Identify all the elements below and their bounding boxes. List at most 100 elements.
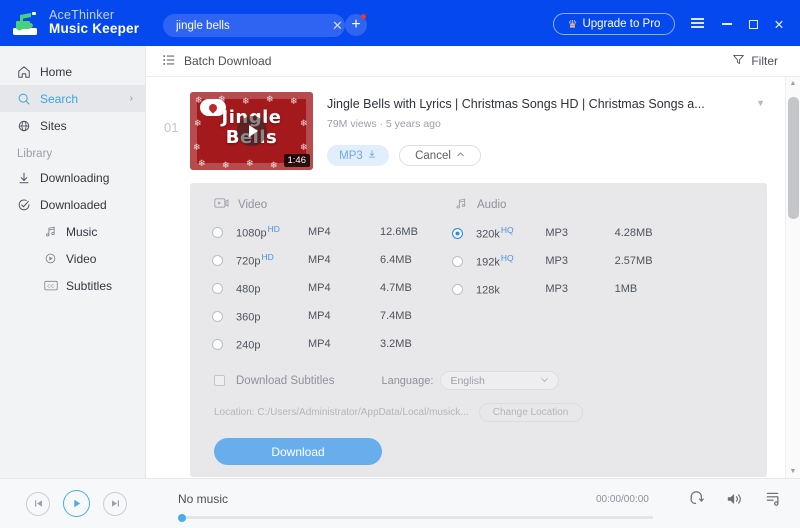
- content-toolbar: Batch Download Filter: [146, 46, 800, 77]
- filter-icon: [732, 53, 745, 69]
- video-ext: MP4: [308, 226, 331, 238]
- snowflake-icon: ❄: [246, 158, 254, 168]
- play-circle-icon: [44, 252, 63, 265]
- video-quality: 1080pHD: [236, 224, 280, 240]
- video-format-column: Video 1080pHD MP4 12.6MB 720pHD MP4 6.4M…: [212, 197, 452, 358]
- format-row[interactable]: 128k MP3 1MB: [452, 275, 682, 303]
- download-button[interactable]: Download: [214, 438, 382, 465]
- filter-label: Filter: [751, 54, 778, 68]
- audio-column-header: Audio: [452, 197, 682, 219]
- snowflake-icon: ❄: [266, 94, 274, 104]
- upgrade-to-pro-button[interactable]: ♛ Upgrade to Pro: [553, 13, 675, 35]
- playlist-icon[interactable]: [765, 490, 782, 507]
- batch-download-button[interactable]: Batch Download: [162, 53, 271, 70]
- audio-radio-320k[interactable]: [452, 227, 463, 239]
- video-radio-480p[interactable]: [212, 282, 223, 294]
- player-right-controls: [688, 490, 782, 507]
- audio-size: 1MB: [614, 283, 638, 295]
- volume-icon[interactable]: [726, 491, 744, 507]
- cc-icon: CC: [44, 279, 63, 292]
- audio-quality: 192kHQ: [476, 253, 514, 269]
- search-box[interactable]: ✕: [163, 14, 345, 37]
- video-quality: 360p: [236, 311, 261, 324]
- hamburger-menu-icon[interactable]: [688, 14, 706, 32]
- scroll-up-arrow-icon[interactable]: ▲: [786, 77, 800, 90]
- format-row[interactable]: 480p MP4 4.7MB: [212, 274, 452, 302]
- mp3-button-label: MP3: [339, 149, 363, 162]
- player-time: 00:00/00:00: [596, 494, 649, 505]
- video-radio-360p[interactable]: [212, 310, 223, 322]
- player-seek-bar[interactable]: [178, 513, 653, 522]
- format-row[interactable]: 360p MP4 7.4MB: [212, 302, 452, 330]
- sidebar-item-video[interactable]: Video: [0, 245, 145, 272]
- scrollbar-thumb[interactable]: [788, 97, 799, 219]
- skip-next-icon[interactable]: [103, 491, 127, 516]
- location-row: Location: C:/Users/Administrator/AppData…: [190, 390, 767, 422]
- sidebar-item-downloading[interactable]: Downloading: [0, 164, 145, 191]
- video-radio-720p[interactable]: [212, 254, 223, 266]
- chevron-down-icon[interactable]: ▼: [756, 98, 765, 108]
- clear-search-icon[interactable]: ✕: [330, 14, 345, 37]
- sidebar-item-video-label: Video: [66, 251, 97, 266]
- skip-previous-icon[interactable]: [26, 491, 50, 516]
- snowflake-icon: ❄: [222, 160, 230, 170]
- format-row[interactable]: 192kHQ MP3 2.57MB: [452, 247, 682, 275]
- sidebar-item-subtitles-label: Subtitles: [66, 278, 113, 293]
- video-thumbnail[interactable]: ❄ ❄ ❄ ❄ ❄ ❄ ❄ ❄ ❄ ❄ ❄ ❄ ❄ 1:46: [190, 92, 313, 170]
- results-list: 01 ❄ ❄ ❄ ❄ ❄ ❄ ❄ ❄ ❄ ❄ ❄ ❄ ❄ 1:46 Jingle…: [146, 77, 785, 478]
- sidebar-item-sites[interactable]: Sites: [0, 112, 145, 139]
- audio-size: 4.28MB: [614, 227, 653, 239]
- video-icon: [214, 197, 229, 212]
- sidebar-item-music-label: Music: [66, 224, 98, 239]
- format-row[interactable]: 720pHD MP4 6.4MB: [212, 246, 452, 274]
- cancel-button[interactable]: Cancel: [399, 145, 481, 166]
- video-radio-1080p[interactable]: [212, 226, 223, 238]
- search-input[interactable]: [163, 19, 330, 32]
- audio-quality: 320kHQ: [476, 225, 514, 241]
- snowflake-icon: ❄: [290, 96, 298, 106]
- mp3-download-button[interactable]: MP3: [327, 145, 389, 166]
- change-location-button[interactable]: Change Location: [478, 403, 583, 422]
- chevron-right-icon: ›: [129, 93, 133, 104]
- audio-ext: MP3: [545, 255, 568, 267]
- scroll-down-arrow-icon[interactable]: ▼: [786, 465, 800, 478]
- format-row[interactable]: 320kHQ MP3 4.28MB: [452, 219, 682, 247]
- video-radio-240p[interactable]: [212, 338, 223, 350]
- minimize-icon[interactable]: [714, 13, 740, 35]
- player-seek-knob[interactable]: [178, 513, 186, 522]
- sidebar-item-downloading-label: Downloading: [40, 170, 110, 185]
- sidebar-item-home[interactable]: Home: [0, 58, 145, 85]
- sidebar-item-subtitles[interactable]: CC Subtitles: [0, 272, 145, 299]
- audio-format-column: Audio 320kHQ MP3 4.28MB 192kHQ MP3 2.57M…: [452, 197, 682, 358]
- scrollbar[interactable]: ▲ ▼: [785, 77, 800, 478]
- format-row[interactable]: 240p MP4 3.2MB: [212, 330, 452, 358]
- title-bar: AceThinker Music Keeper ✕ + ♛ Upgrade to…: [0, 0, 800, 46]
- result-info: Jingle Bells with Lyrics | Christmas Son…: [313, 92, 767, 170]
- audio-size: 2.57MB: [614, 255, 653, 267]
- download-subtitles-checkbox[interactable]: [214, 375, 225, 386]
- sidebar-item-downloaded[interactable]: Downloaded: [0, 191, 145, 218]
- audio-radio-192k[interactable]: [452, 255, 463, 267]
- video-size: 6.4MB: [380, 254, 412, 266]
- player-track-title: No music: [178, 492, 229, 506]
- audio-radio-128k[interactable]: [452, 283, 463, 295]
- play-icon[interactable]: [63, 490, 90, 517]
- video-size: 12.6MB: [380, 226, 418, 238]
- location-text: Location: C:/Users/Administrator/AppData…: [214, 407, 469, 418]
- sidebar-item-search-label: Search: [40, 91, 79, 106]
- add-url-button[interactable]: +: [345, 14, 367, 36]
- close-icon[interactable]: ✕: [766, 13, 792, 35]
- video-size: 3.2MB: [380, 338, 412, 350]
- sidebar-item-search[interactable]: Search ›: [0, 85, 145, 112]
- filter-button[interactable]: Filter: [732, 53, 778, 69]
- language-select[interactable]: English: [440, 371, 560, 390]
- sidebar-item-music[interactable]: Music: [0, 218, 145, 245]
- format-row[interactable]: 1080pHD MP4 12.6MB: [212, 218, 452, 246]
- format-columns: Video 1080pHD MP4 12.6MB 720pHD MP4 6.4M…: [190, 197, 767, 358]
- video-size: 7.4MB: [380, 310, 412, 322]
- play-overlay-icon[interactable]: [236, 116, 267, 146]
- globe-icon: [17, 119, 37, 133]
- home-icon: [17, 65, 37, 79]
- repeat-icon[interactable]: [688, 490, 705, 507]
- maximize-icon[interactable]: [740, 13, 766, 35]
